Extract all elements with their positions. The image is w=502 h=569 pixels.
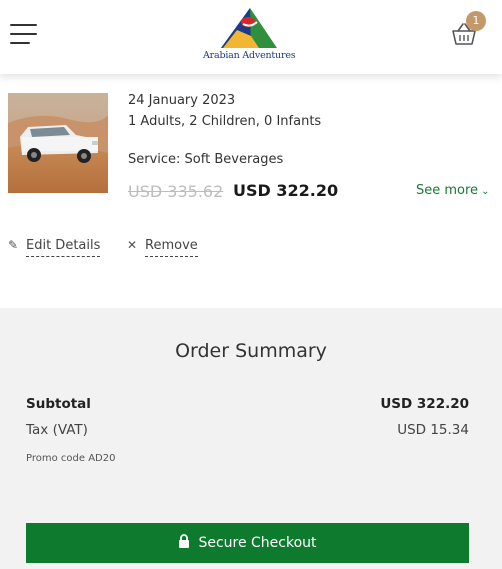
logo-mark-icon xyxy=(221,8,277,48)
edit-details-button[interactable]: ✎ Edit Details xyxy=(8,238,101,257)
item-date: 24 January 2023 xyxy=(128,93,236,108)
see-more-label: See more xyxy=(416,183,479,198)
lock-icon xyxy=(179,534,190,548)
original-price: USD 335.62 xyxy=(128,182,224,201)
discounted-price: USD 322.20 xyxy=(233,181,339,200)
subtotal-value: USD 322.20 xyxy=(380,396,469,412)
pencil-icon: ✎ xyxy=(8,238,19,252)
edit-details-label: Edit Details xyxy=(26,238,101,257)
close-icon: ✕ xyxy=(127,238,138,252)
see-more-link[interactable]: See more ⌄ xyxy=(416,183,489,198)
secure-checkout-label: Secure Checkout xyxy=(198,535,317,551)
tax-value: USD 15.34 xyxy=(397,422,469,438)
site-header: Arabian Adventures 1 xyxy=(0,0,502,74)
logo-text: Arabian Adventures xyxy=(203,50,296,61)
secure-checkout-button[interactable]: Secure Checkout xyxy=(26,523,469,563)
hamburger-menu-icon[interactable] xyxy=(10,24,37,44)
item-service: Service: Soft Beverages xyxy=(128,152,284,167)
order-summary-title: Order Summary xyxy=(175,340,327,362)
remove-button[interactable]: ✕ Remove xyxy=(127,238,198,257)
remove-label: Remove xyxy=(145,238,198,257)
chevron-down-icon: ⌄ xyxy=(481,186,490,197)
promo-code-text: Promo code AD20 xyxy=(26,453,116,464)
subtotal-label: Subtotal xyxy=(26,396,91,412)
cart-count-badge: 1 xyxy=(466,11,486,31)
brand-logo[interactable]: Arabian Adventures xyxy=(203,6,296,64)
order-summary-panel: Order Summary Subtotal USD 322.20 Tax (V… xyxy=(0,308,502,569)
tax-label: Tax (VAT) xyxy=(26,422,88,438)
desert-safari-suv-photo xyxy=(8,93,108,193)
item-guests: 1 Adults, 2 Children, 0 Infants xyxy=(128,114,322,129)
